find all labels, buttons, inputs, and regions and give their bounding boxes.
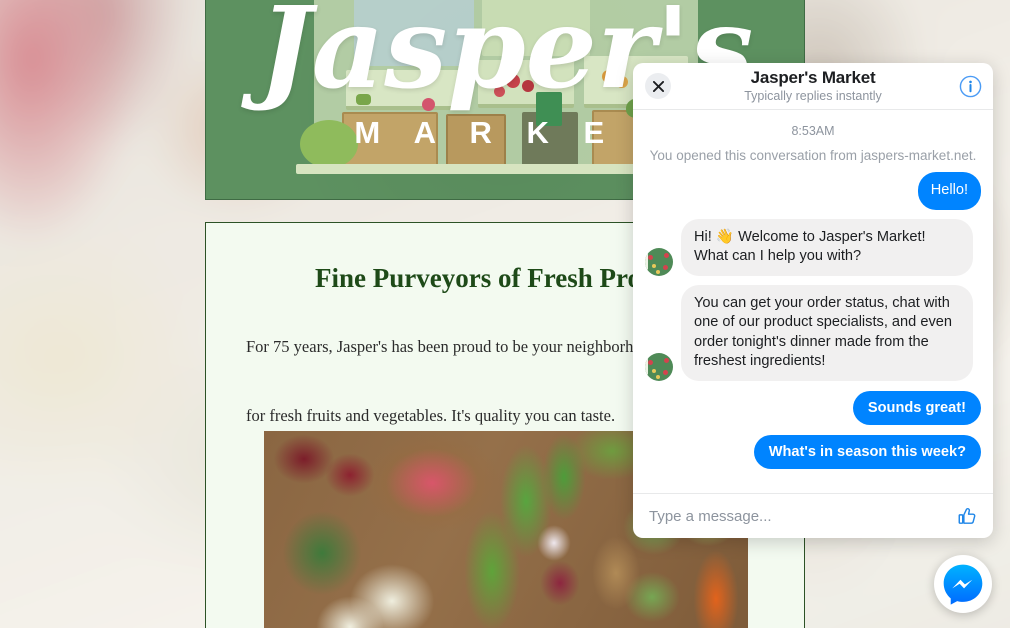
thumbs-up-glyph [958, 507, 976, 524]
close-icon[interactable] [645, 73, 671, 99]
close-glyph [652, 80, 664, 92]
avatar [645, 352, 673, 381]
message-row: Hello! [645, 172, 981, 210]
messenger-icon [943, 564, 983, 605]
avatar [645, 247, 673, 276]
screen: Jasper's M A R K E T Fine Purveyors of F… [0, 0, 1010, 628]
quick-reply-in-season[interactable]: What's in season this week? [753, 434, 981, 469]
agent-message-bubble: Hi! 👋 Welcome to Jasper's Market! What c… [681, 218, 973, 276]
chat-header-titles: Jasper's Market Typically replies instan… [744, 69, 882, 103]
conversation-source-notice: You opened this conversation from jasper… [649, 148, 977, 163]
chat-title: Jasper's Market [750, 68, 876, 88]
message-row: Hi! 👋 Welcome to Jasper's Market! What c… [645, 218, 981, 276]
chat-message-list: 8:53AM You opened this conversation from… [633, 110, 993, 493]
message-input[interactable] [647, 506, 956, 526]
quick-reply-row: What's in season this week? [645, 434, 981, 469]
message-composer [633, 493, 993, 538]
messenger-chat-panel: Jasper's Market Typically replies instan… [633, 63, 993, 538]
info-glyph [959, 75, 981, 97]
chat-header: Jasper's Market Typically replies instan… [633, 63, 993, 110]
info-icon[interactable] [957, 73, 983, 99]
messenger-launcher-button[interactable] [934, 555, 992, 613]
quick-reply-row: Sounds great! [645, 390, 981, 425]
user-message-bubble: Hello! [917, 172, 981, 210]
message-timestamp: 8:53AM [791, 124, 835, 138]
message-row: You can get your order status, chat with… [645, 284, 981, 381]
thumbs-up-icon[interactable] [956, 505, 979, 528]
chat-subtitle: Typically replies instantly [744, 89, 882, 104]
quick-reply-sounds-great[interactable]: Sounds great! [852, 390, 981, 425]
agent-message-bubble: You can get your order status, chat with… [681, 284, 973, 381]
